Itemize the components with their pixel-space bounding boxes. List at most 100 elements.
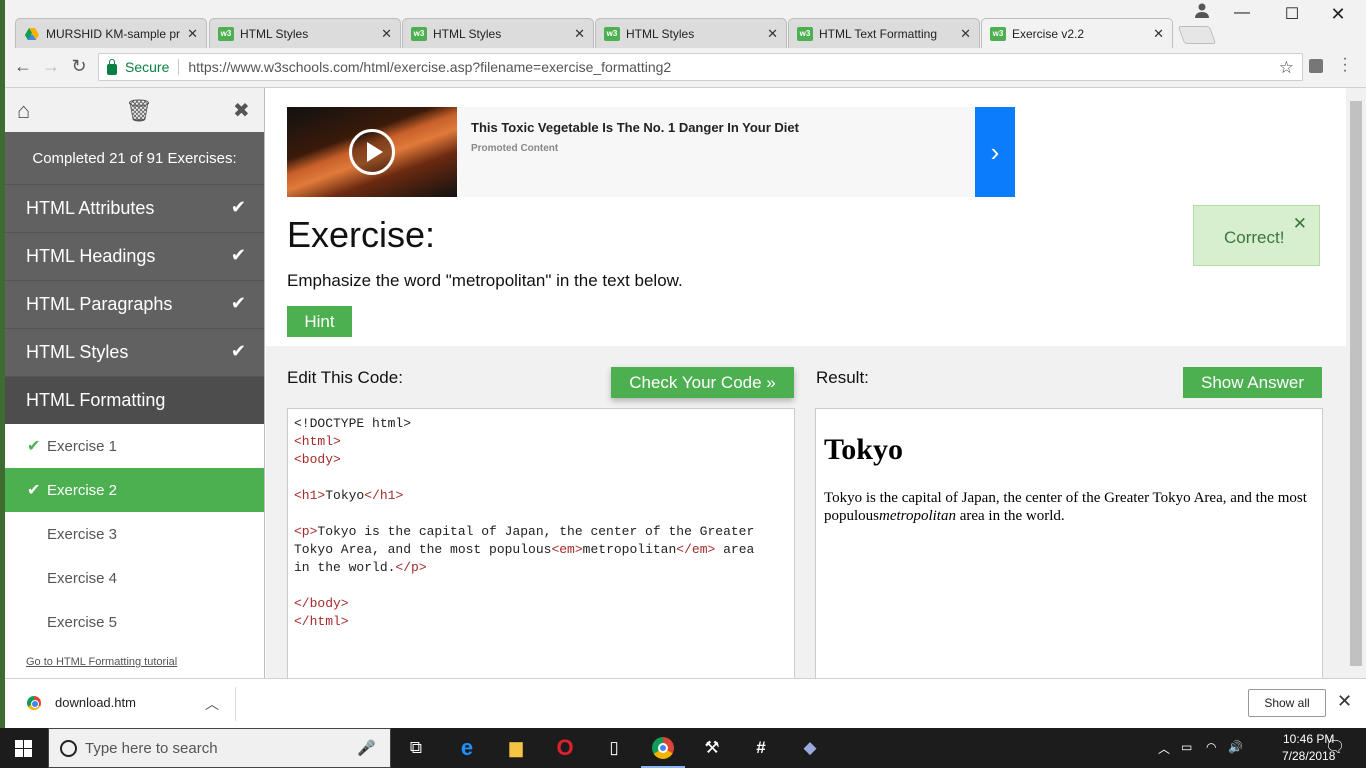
divider — [178, 59, 180, 75]
sidebar-exercise-1[interactable]: ✔ Exercise 1 — [5, 424, 264, 468]
page-title: Exercise: — [287, 214, 436, 255]
volume-icon[interactable]: 🔊 — [1228, 740, 1243, 754]
profile-icon[interactable] — [1194, 2, 1210, 18]
chevron-up-icon[interactable]: ︿ — [205, 694, 219, 714]
address-bar[interactable]: Secure https://www.w3schools.com/html/ex… — [98, 53, 1303, 81]
close-icon[interactable]: ✕ — [1153, 26, 1164, 42]
close-icon[interactable]: ✕ — [767, 26, 778, 42]
ad-banner[interactable]: This Toxic Vegetable Is The No. 1 Danger… — [287, 107, 1015, 197]
opera-icon[interactable]: O — [551, 734, 579, 762]
document-icon[interactable]: ▯ — [600, 734, 628, 762]
sidebar-topic-attributes[interactable]: HTML Attributes ✔ — [5, 184, 264, 232]
back-arrow-icon[interactable]: ← — [11, 56, 35, 77]
sidebar-toolbar: ⌂ 🗑 ✖ — [5, 88, 264, 132]
sidebar-exercise-2[interactable]: ✔ Exercise 2 — [5, 468, 264, 512]
ad-image[interactable] — [287, 107, 457, 197]
menu-kebab-icon[interactable]: · · · — [1335, 51, 1355, 79]
tab-title: MURSHID KM-sample pr — [46, 26, 181, 41]
file-explorer-icon[interactable]: ▆ — [502, 734, 530, 762]
w3-icon: w3 — [604, 26, 620, 41]
slack-icon[interactable]: # — [747, 734, 775, 762]
sidebar-topic-styles[interactable]: HTML Styles ✔ — [5, 328, 264, 376]
secure-label: Secure — [125, 59, 170, 75]
tab-exercise[interactable]: w3 Exercise v2.2 ✕ — [981, 18, 1173, 48]
code-editor[interactable]: <!DOCTYPE html> <html> <body> <h1>Tokyo<… — [287, 408, 795, 678]
taskbar-search[interactable]: Type here to search 🎤 — [48, 728, 391, 768]
checkmark-icon: ✔ — [230, 341, 246, 361]
tutorial-link[interactable]: Go to HTML Formatting tutorial — [26, 656, 177, 668]
topic-label: HTML Paragraphs — [26, 294, 173, 314]
tab-title: HTML Styles — [240, 26, 309, 41]
forward-arrow-icon[interactable]: → — [39, 56, 63, 77]
scrollbar-thumb[interactable] — [1350, 101, 1362, 666]
exercise-label: Exercise 5 — [47, 613, 118, 631]
result-frame: Tokyo Tokyo is the capital of Japan, the… — [815, 408, 1323, 678]
download-item[interactable]: download.htm — [27, 695, 136, 710]
close-icon[interactable]: ✕ — [960, 26, 971, 42]
sidebar-exercise-4[interactable]: Exercise 4 — [5, 556, 264, 600]
close-icon[interactable]: ✕ — [1293, 214, 1307, 234]
close-icon[interactable]: ✕ — [574, 26, 585, 42]
notifications-icon[interactable]: 🗨 — [1325, 737, 1345, 757]
app-icon[interactable]: ◆ — [796, 734, 824, 762]
bookmark-star-icon[interactable]: ☆ — [1279, 58, 1294, 78]
topic-label: HTML Headings — [26, 246, 156, 266]
result-label: Result: — [816, 368, 869, 387]
sidebar-exercise-3[interactable]: Exercise 3 — [5, 512, 264, 556]
secure-indicator[interactable]: Secure — [99, 58, 170, 75]
w3-icon: w3 — [218, 26, 234, 41]
chevron-right-icon[interactable]: › — [975, 107, 1015, 197]
close-icon[interactable]: ✕ — [1337, 691, 1352, 712]
page-scrollbar[interactable] — [1346, 88, 1366, 678]
exercise-label: Exercise 4 — [47, 569, 118, 587]
maximize-icon[interactable]: ☐ — [1269, 4, 1315, 24]
hint-button[interactable]: Hint — [287, 306, 352, 337]
microphone-icon[interactable]: 🎤 — [357, 739, 376, 757]
reload-icon[interactable]: ↻ — [67, 56, 91, 77]
sidebar-topic-headings[interactable]: HTML Headings ✔ — [5, 232, 264, 280]
code-tag: <p> — [294, 524, 318, 539]
home-icon[interactable]: ⌂ — [17, 98, 30, 124]
exercise-label: Exercise 3 — [47, 525, 118, 543]
check-code-button[interactable]: Check Your Code » — [611, 367, 794, 398]
tab-html-styles-1[interactable]: w3 HTML Styles ✕ — [209, 18, 401, 48]
tools-icon[interactable]: ⚒ — [698, 734, 726, 762]
edge-icon[interactable]: e — [453, 734, 481, 762]
sidebar-topic-formatting[interactable]: HTML Formatting — [5, 376, 264, 424]
show-all-button[interactable]: Show all — [1248, 689, 1326, 717]
code-tag: </em> — [676, 542, 716, 557]
play-icon[interactable] — [349, 129, 395, 175]
window-close-icon[interactable]: ✕ — [1315, 4, 1361, 25]
windows-start-icon[interactable] — [15, 740, 33, 757]
close-icon[interactable]: ✖ — [233, 98, 250, 123]
chevron-up-icon[interactable]: ︿ — [1158, 740, 1170, 757]
code-tag: </p> — [395, 560, 427, 575]
w3-icon: w3 — [797, 26, 813, 41]
result-paragraph: Tokyo is the capital of Japan, the cente… — [824, 489, 1314, 525]
sidebar-topic-paragraphs[interactable]: HTML Paragraphs ✔ — [5, 280, 264, 328]
tab-murshid[interactable]: MURSHID KM-sample pr ✕ — [15, 18, 207, 48]
code-tag: </html> — [294, 614, 349, 629]
w3-icon: w3 — [411, 26, 427, 41]
show-answer-button[interactable]: Show Answer — [1183, 367, 1322, 398]
new-tab-button[interactable] — [1177, 26, 1217, 44]
wifi-icon[interactable]: ◠ — [1206, 740, 1216, 754]
download-filename: download.htm — [55, 695, 136, 710]
battery-icon[interactable]: ▭ — [1181, 740, 1192, 754]
tab-html-styles-3[interactable]: w3 HTML Styles ✕ — [595, 18, 787, 48]
minimize-icon[interactable]: — — [1219, 4, 1265, 22]
url-text[interactable]: https://www.w3schools.com/html/exercise.… — [188, 59, 671, 75]
trash-icon[interactable]: 🗑 — [125, 98, 153, 124]
divider — [235, 687, 236, 721]
exercise-label: Exercise 2 — [47, 481, 118, 499]
ad-title[interactable]: This Toxic Vegetable Is The No. 1 Danger… — [471, 120, 799, 135]
chrome-taskbar-icon[interactable] — [641, 734, 685, 768]
close-icon[interactable]: ✕ — [187, 26, 198, 42]
windows-taskbar: Type here to search 🎤 ⧉ e ▆ O ▯ ⚒ # ◆ ︿ … — [0, 728, 1366, 768]
task-view-icon[interactable]: ⧉ — [402, 734, 430, 762]
extension-icon[interactable] — [1309, 59, 1323, 73]
sidebar-exercise-5[interactable]: Exercise 5 — [5, 600, 264, 644]
tab-html-text-formatting[interactable]: w3 HTML Text Formatting ✕ — [788, 18, 980, 48]
tab-html-styles-2[interactable]: w3 HTML Styles ✕ — [402, 18, 594, 48]
close-icon[interactable]: ✕ — [381, 26, 392, 42]
